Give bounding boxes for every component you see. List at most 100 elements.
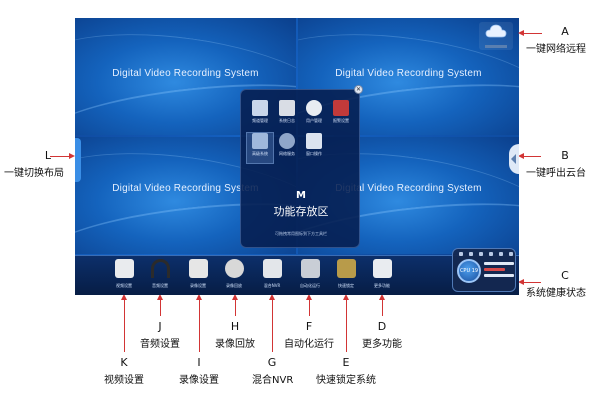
taskbar-label: 录像设置 bbox=[190, 283, 206, 288]
callout-letter: A bbox=[561, 25, 569, 38]
callout-letter: H bbox=[230, 320, 240, 333]
monitor-icon bbox=[252, 100, 268, 116]
callout-text: 视频设置 bbox=[104, 375, 144, 386]
tool-icon[interactable] bbox=[459, 252, 463, 256]
callout-k: K 视频设置 bbox=[104, 356, 144, 386]
ptz-call-tab[interactable] bbox=[509, 144, 519, 174]
callout-h: H 录像回放 bbox=[215, 320, 255, 350]
pane-title: Digital Video Recording System bbox=[335, 68, 482, 79]
taskbar-label: 快速锁定 bbox=[338, 283, 354, 288]
film-icon bbox=[189, 259, 208, 278]
callout-e: E 快速锁定系统 bbox=[316, 356, 376, 386]
network-icon bbox=[279, 133, 295, 149]
callout-f: F 自动化运行 bbox=[284, 320, 334, 350]
callout-letter: J bbox=[158, 320, 162, 333]
callout-text: 录像回放 bbox=[215, 339, 255, 350]
taskbar-label: 自动化运行 bbox=[300, 283, 320, 288]
callout-c: C 系统健康状态 bbox=[526, 269, 586, 299]
callout-g: G 混合NVR bbox=[252, 356, 294, 386]
tool-icon[interactable] bbox=[509, 252, 513, 256]
audio-settings-button[interactable]: 音频设置 bbox=[147, 259, 173, 291]
menu-title: 功能存放区 bbox=[273, 205, 329, 218]
callout-text: 音频设置 bbox=[140, 339, 180, 350]
menu-item-window[interactable]: 窗口操作 bbox=[301, 133, 327, 163]
callout-j: J 音频设置 bbox=[140, 320, 180, 350]
nvr-icon bbox=[263, 259, 282, 278]
callout-text: 一键网络远程 bbox=[526, 44, 586, 55]
layout-switch-tab[interactable] bbox=[75, 138, 81, 182]
callout-text: 一键呼出云台 bbox=[526, 168, 586, 179]
taskbar-label: 更多功能 bbox=[374, 283, 390, 288]
callout-letter: F bbox=[305, 320, 313, 333]
callout-text: 更多功能 bbox=[362, 339, 402, 350]
function-menu-panel: ✕ 频道管理 系统日志 用户管理 报警设置 高级系统 网络服务 窗口操作 M 功… bbox=[240, 85, 363, 248]
system-health-widget[interactable]: CPU 19 bbox=[452, 248, 516, 292]
taskbar-label: 音频设置 bbox=[152, 283, 168, 288]
callout-text: 自动化运行 bbox=[284, 339, 334, 350]
menu-item-advanced[interactable]: 高级系统 bbox=[246, 132, 274, 164]
cloud-status-bar bbox=[485, 45, 507, 48]
health-bar-alert bbox=[484, 268, 505, 271]
taskbar-label: 混合NVR bbox=[263, 283, 281, 288]
network-remote-button[interactable] bbox=[479, 22, 513, 50]
close-icon[interactable]: ✕ bbox=[354, 85, 363, 94]
cloud-icon bbox=[485, 24, 507, 38]
callout-letter: C bbox=[561, 269, 569, 282]
log-icon bbox=[279, 100, 295, 116]
health-toolbar bbox=[459, 252, 513, 258]
video-settings-icon bbox=[115, 259, 134, 278]
computer-icon bbox=[252, 133, 268, 149]
callout-d: D 更多功能 bbox=[362, 320, 402, 350]
callout-text: 系统健康状态 bbox=[526, 288, 586, 299]
menu-item-label: 报警设置 bbox=[333, 118, 349, 123]
cpu-gauge: CPU 19 bbox=[457, 259, 481, 283]
callout-b: B 一键呼出云台 bbox=[526, 149, 586, 179]
film-reel-icon bbox=[225, 259, 244, 278]
menu-hint: 可拖拽常用图标到下方工具栏 bbox=[275, 231, 327, 236]
health-bar bbox=[484, 274, 514, 277]
callout-letter: B bbox=[561, 149, 569, 162]
cube-icon bbox=[373, 259, 392, 278]
health-bars bbox=[484, 262, 514, 280]
menu-item-user[interactable]: 用户管理 bbox=[301, 100, 327, 130]
taskbar-label: 视频设置 bbox=[116, 283, 132, 288]
callout-text: 混合NVR bbox=[252, 375, 294, 386]
tool-icon[interactable] bbox=[489, 252, 493, 256]
alarm-icon bbox=[333, 100, 349, 116]
callout-letter: K bbox=[120, 356, 128, 369]
menu-item-network[interactable]: 网络服务 bbox=[274, 133, 300, 163]
quick-lock-button[interactable]: 快速锁定 bbox=[333, 259, 359, 291]
taskbar-label: 录像回放 bbox=[226, 283, 242, 288]
playback-button[interactable]: 录像回放 bbox=[221, 259, 247, 291]
video-settings-button[interactable]: 视频设置 bbox=[111, 259, 137, 291]
callout-text: 快速锁定系统 bbox=[316, 375, 376, 386]
record-settings-button[interactable]: 录像设置 bbox=[185, 259, 211, 291]
hybrid-nvr-button[interactable]: 混合NVR bbox=[259, 259, 285, 291]
menu-item-channel[interactable]: 频道管理 bbox=[247, 100, 273, 130]
callout-letter: I bbox=[197, 356, 201, 369]
automation-button[interactable]: 自动化运行 bbox=[297, 259, 323, 291]
menu-item-label: 窗口操作 bbox=[306, 151, 322, 156]
automation-icon bbox=[301, 259, 320, 278]
headphones-icon bbox=[151, 259, 170, 278]
menu-item-alarm[interactable]: 报警设置 bbox=[328, 100, 354, 130]
more-functions-button[interactable]: 更多功能 bbox=[369, 259, 395, 291]
callout-letter: L bbox=[44, 149, 52, 162]
user-icon bbox=[306, 100, 322, 116]
window-icon bbox=[306, 133, 322, 149]
tool-icon[interactable] bbox=[469, 252, 473, 256]
callout-letter: G bbox=[267, 356, 277, 369]
callout-a: A 一键网络远程 bbox=[526, 25, 586, 55]
callout-letter: D bbox=[377, 320, 387, 333]
lock-icon bbox=[337, 259, 356, 278]
page: Digital Video Recording System Digital V… bbox=[0, 0, 600, 407]
health-bar bbox=[484, 262, 514, 265]
dvr-screen: Digital Video Recording System Digital V… bbox=[75, 18, 519, 295]
menu-letter-m: M bbox=[296, 190, 306, 201]
callout-text: 录像设置 bbox=[179, 375, 219, 386]
callout-l: L 一键切换布局 bbox=[4, 149, 64, 179]
tool-icon[interactable] bbox=[499, 252, 503, 256]
pane-title: Digital Video Recording System bbox=[112, 68, 259, 79]
menu-item-log[interactable]: 系统日志 bbox=[274, 100, 300, 130]
tool-icon[interactable] bbox=[479, 252, 483, 256]
